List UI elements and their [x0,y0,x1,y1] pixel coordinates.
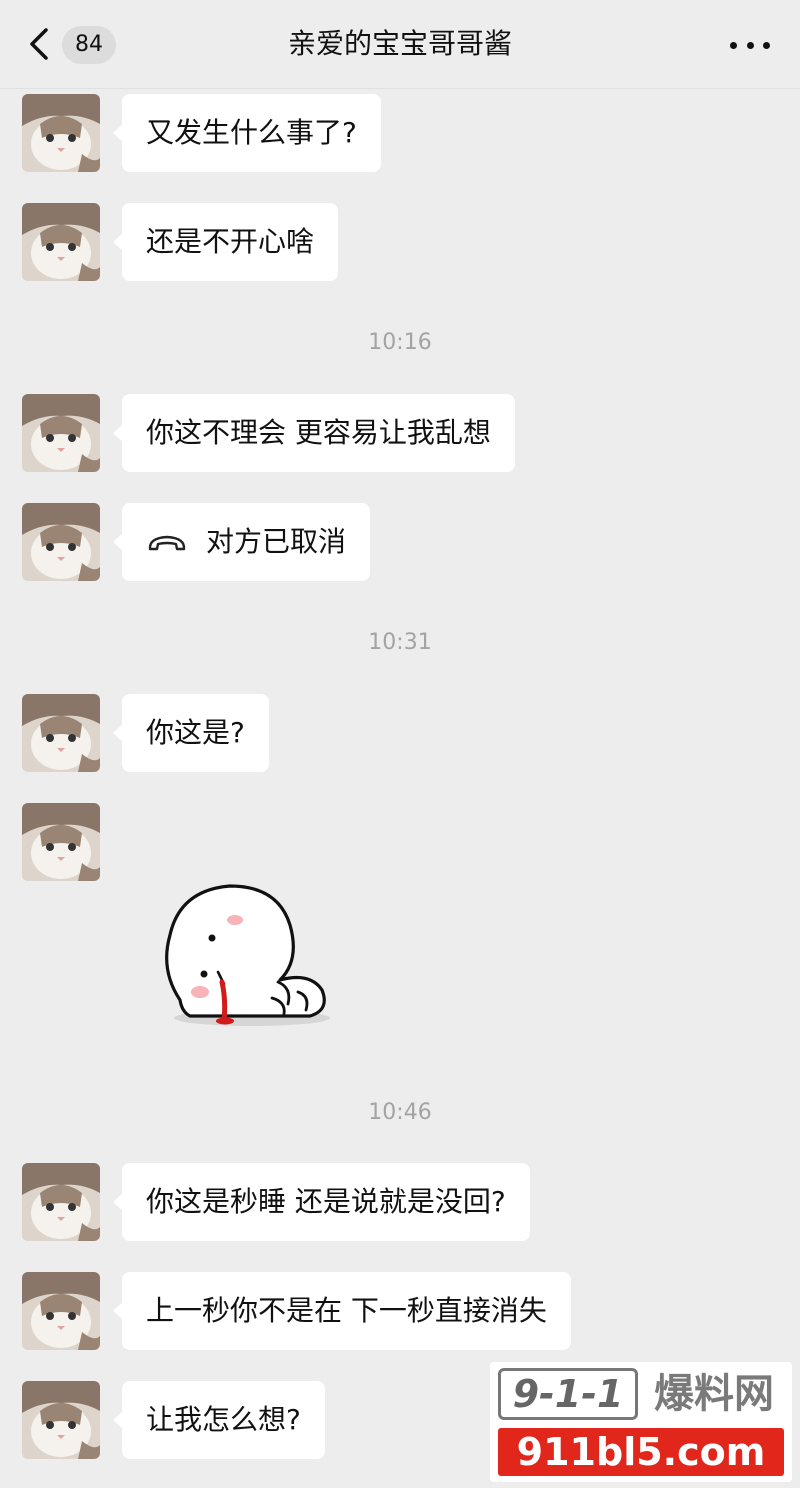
crying-blob-sticker[interactable] [160,880,335,1030]
avatar[interactable] [22,94,100,172]
avatar[interactable] [22,803,100,881]
call-cancelled-bubble[interactable]: 对方已取消 [112,503,371,581]
message-bubble[interactable]: 你这是? [113,694,269,772]
chat-title: 亲爱的宝宝哥哥酱 [287,27,512,60]
avatar[interactable] [22,203,100,281]
watermark-url: 911bl5.com [498,1428,784,1476]
avatar[interactable] [22,1381,100,1459]
message-bubble[interactable]: 还是不开心啥 [112,203,339,281]
timestamp: 10:46 [368,1100,432,1125]
message-bubble[interactable]: 让我怎么想? [113,1381,325,1459]
avatar[interactable] [22,503,100,581]
watermark-text: 爆料网 [654,1371,774,1417]
timestamp: 10:31 [368,630,432,655]
watermark-logo: 9-1-1 爆料网 911bl5.com [490,1362,792,1482]
message-bubble[interactable]: 上一秒你不是在 下一秒直接消失 [113,1272,571,1350]
avatar[interactable] [22,1272,100,1350]
avatar[interactable] [22,694,100,772]
message-bubble[interactable]: 你这是秒睡 还是说就是没回? [113,1163,530,1241]
more-dots-icon[interactable] [730,40,770,50]
message-bubble[interactable]: 又发生什么事了? [113,94,381,172]
watermark-number: 9-1-1 [498,1368,638,1420]
phone-hangup-icon [148,535,186,551]
avatar[interactable] [22,1163,100,1241]
watermark-top: 9-1-1 爆料网 [498,1368,784,1420]
call-status-text: 对方已取消 [206,525,347,558]
chat-header: 84 亲爱的宝宝哥哥酱 [0,0,800,89]
timestamp: 10:16 [368,330,432,355]
avatar[interactable] [22,394,100,472]
message-bubble[interactable]: 你这不理会 更容易让我乱想 [113,394,515,472]
